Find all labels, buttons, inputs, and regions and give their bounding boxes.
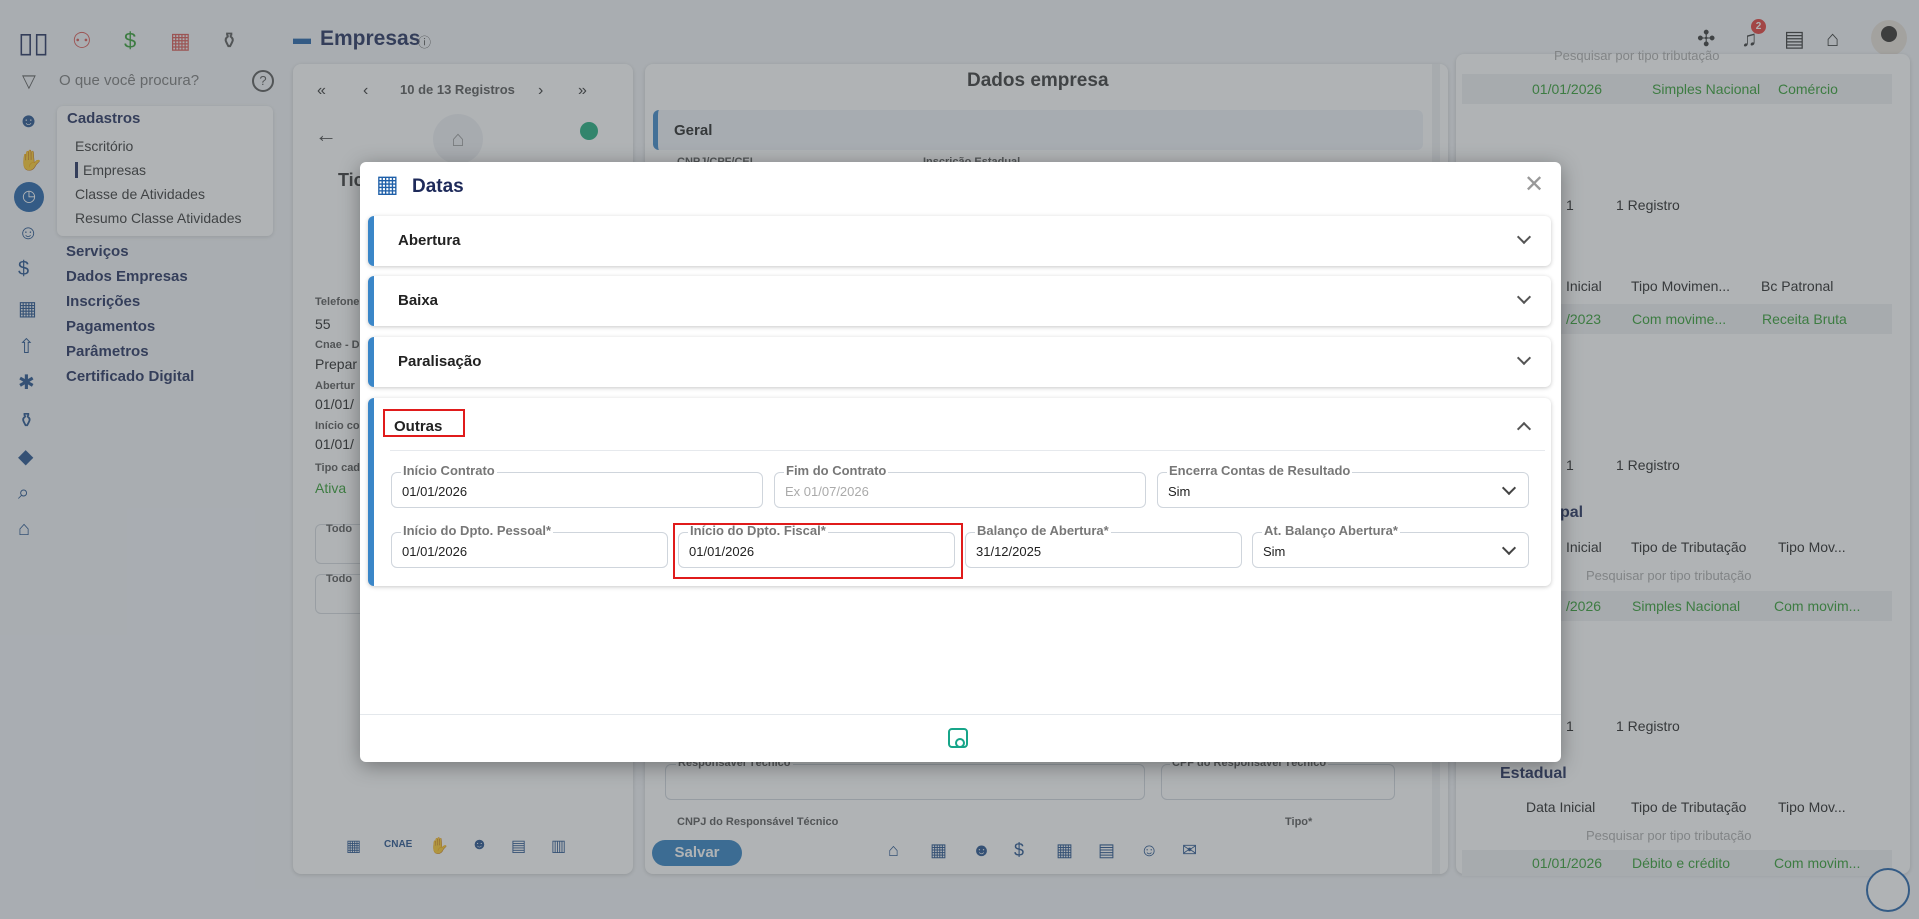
calendar-icon: ▦ — [376, 171, 399, 198]
chevron-down-icon[interactable] — [1501, 480, 1517, 496]
fim-contrato-field[interactable]: Fim do Contrato Ex 01/07/2026 — [774, 463, 1146, 508]
datas-modal: ▦ Datas ✕ Abertura Baixa Paralisação Out… — [360, 162, 1561, 762]
field-label: Encerra Contas de Resultado — [1167, 463, 1353, 478]
chevron-down-icon[interactable] — [1501, 540, 1517, 556]
modal-title: Datas — [412, 176, 464, 197]
section-paralisacao[interactable]: Paralisação — [368, 337, 1551, 387]
section-outras[interactable]: Outras Início Contrato 01/01/2026 Fim do… — [368, 398, 1551, 586]
field-value: Sim — [1263, 544, 1286, 559]
section-label: Baixa — [398, 292, 439, 309]
divider — [390, 450, 1545, 451]
save-icon[interactable] — [948, 728, 968, 748]
chevron-down-icon[interactable] — [1516, 350, 1532, 366]
at-balanco-select[interactable]: At. Balanço Abertura* Sim — [1252, 523, 1529, 568]
chevron-up-icon[interactable] — [1516, 421, 1532, 437]
field-label: Fim do Contrato — [784, 463, 889, 478]
encerra-contas-select[interactable]: Encerra Contas de Resultado Sim — [1157, 463, 1529, 508]
close-icon[interactable]: ✕ — [1524, 170, 1544, 199]
field-label: Início Contrato — [401, 463, 497, 478]
field-value: 01/01/2026 — [402, 544, 468, 559]
footer-divider — [360, 714, 1561, 715]
field-value: 31/12/2025 — [976, 544, 1042, 559]
field-label: Início do Dpto. Pessoal* — [401, 523, 554, 538]
field-value: Sim — [1168, 484, 1191, 499]
inicio-contrato-field[interactable]: Início Contrato 01/01/2026 — [391, 463, 763, 508]
section-baixa[interactable]: Baixa — [368, 276, 1551, 326]
chevron-down-icon[interactable] — [1516, 229, 1532, 245]
field-label: At. Balanço Abertura* — [1262, 523, 1400, 538]
field-placeholder: Ex 01/07/2026 — [785, 484, 869, 499]
section-label: Paralisação — [398, 353, 482, 370]
highlight-box — [673, 523, 963, 579]
chevron-down-icon[interactable] — [1516, 289, 1532, 305]
section-abertura[interactable]: Abertura — [368, 216, 1551, 266]
balanco-abertura-field[interactable]: Balanço de Abertura* 31/12/2025 — [965, 523, 1242, 568]
section-label: Abertura — [398, 232, 461, 249]
field-label: Balanço de Abertura* — [975, 523, 1111, 538]
field-value: 01/01/2026 — [402, 484, 468, 499]
highlight-box — [383, 409, 465, 437]
inicio-pessoal-field[interactable]: Início do Dpto. Pessoal* 01/01/2026 — [391, 523, 668, 568]
